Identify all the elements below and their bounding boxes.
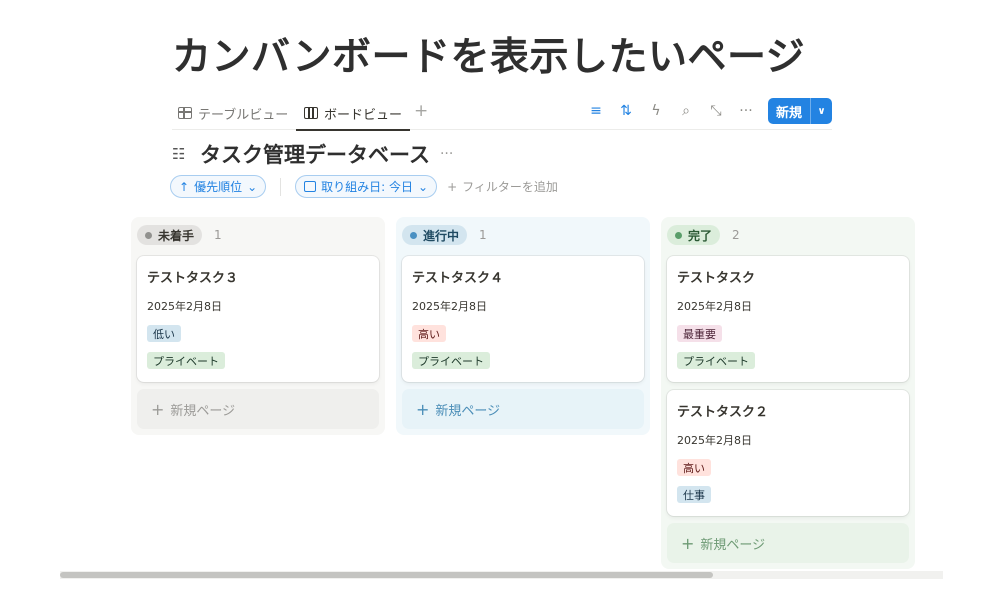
sort-icon[interactable]: ⇅ xyxy=(618,102,634,120)
chip-label: 優先順位 xyxy=(194,180,243,194)
add-filter-label: フィルターを追加 xyxy=(462,180,558,194)
task-card[interactable]: テストタスク４ 2025年2月8日 高い プライベート xyxy=(402,256,644,382)
view-tabs-bar: テーブルビュー ボードビュー + ≡ ⇅ ϟ ⌕ ⤡ ··· 新規 ∨ xyxy=(172,94,832,131)
add-filter-button[interactable]: + フィルターを追加 xyxy=(447,178,558,195)
checklist-icon: ☷ xyxy=(172,145,186,163)
tab-table-view[interactable]: テーブルビュー xyxy=(178,98,288,128)
task-card[interactable]: テストタスク 2025年2月8日 最重要 プライベート xyxy=(667,256,909,382)
category-tag: プライベート xyxy=(147,352,225,369)
arrow-up-icon: ↑ xyxy=(179,179,190,194)
new-page-button[interactable]: + 新規ページ xyxy=(402,389,644,429)
add-view-button[interactable]: + xyxy=(414,101,428,121)
chevron-down-icon: ⌄ xyxy=(247,179,258,194)
board-column-not-started: 未着手 1 テストタスク３ 2025年2月8日 低い プライベート + 新規ペー… xyxy=(131,217,385,435)
plus-icon: + xyxy=(447,179,458,194)
card-title: テストタスク２ xyxy=(677,405,769,420)
status-label: 進行中 xyxy=(423,228,460,243)
status-badge[interactable]: 未着手 xyxy=(137,225,203,245)
database-more-icon[interactable]: ··· xyxy=(440,146,453,162)
table-icon xyxy=(178,107,192,119)
filter-chip-date[interactable]: 取り組み日: 今日 ⌄ xyxy=(295,175,438,198)
priority-tag: 高い xyxy=(677,459,711,476)
tab-label: テーブルビュー xyxy=(198,107,289,123)
priority-tag: 低い xyxy=(147,325,181,342)
page-title: カンバンボードを表示したいページ xyxy=(172,35,806,80)
new-button[interactable]: 新規 ∨ xyxy=(767,98,832,124)
sort-chip-priority[interactable]: ↑ 優先順位 ⌄ xyxy=(170,175,267,198)
chevron-down-icon[interactable]: ∨ xyxy=(810,98,832,124)
new-page-label: 新規ページ xyxy=(435,403,501,419)
automation-icon[interactable]: ϟ xyxy=(648,102,664,120)
view-toolbar: ≡ ⇅ ϟ ⌕ ⤡ ··· 新規 ∨ xyxy=(588,98,832,124)
status-dot-icon xyxy=(145,231,152,239)
column-header: 未着手 1 xyxy=(137,225,222,245)
card-title: テストタスク３ xyxy=(147,271,239,286)
board-icon xyxy=(304,107,318,119)
plus-icon: + xyxy=(681,533,695,553)
board-column-in-progress: 進行中 1 テストタスク４ 2025年2月8日 高い プライベート + 新規ペー… xyxy=(396,217,650,435)
column-header: 完了 2 xyxy=(667,225,740,245)
priority-tag: 高い xyxy=(412,325,446,342)
new-page-button[interactable]: + 新規ページ xyxy=(137,389,379,429)
status-badge[interactable]: 完了 xyxy=(667,225,721,245)
card-date: 2025年2月8日 xyxy=(147,300,222,313)
database-header: ☷ タスク管理データベース ··· xyxy=(172,139,453,169)
task-card[interactable]: テストタスク２ 2025年2月8日 高い 仕事 xyxy=(667,390,909,516)
plus-icon: + xyxy=(151,399,165,419)
column-count: 2 xyxy=(732,228,740,242)
more-icon[interactable]: ··· xyxy=(738,102,754,120)
column-header: 進行中 1 xyxy=(402,225,487,245)
new-page-label: 新規ページ xyxy=(170,403,236,419)
category-tag: 仕事 xyxy=(677,486,711,503)
chip-label: 取り組み日: 今日 xyxy=(321,180,413,194)
database-title[interactable]: タスク管理データベース xyxy=(200,139,430,169)
search-icon[interactable]: ⌕ xyxy=(678,102,694,120)
card-title: テストタスク xyxy=(677,271,756,286)
board-column-done: 完了 2 テストタスク 2025年2月8日 最重要 プライベート テストタスク２… xyxy=(661,217,915,569)
divider xyxy=(280,177,282,196)
column-count: 1 xyxy=(479,228,487,242)
status-label: 未着手 xyxy=(158,228,195,243)
plus-icon: + xyxy=(416,399,430,419)
card-date: 2025年2月8日 xyxy=(677,300,752,313)
category-tag: プライベート xyxy=(412,352,490,369)
scrollbar-thumb[interactable] xyxy=(60,572,713,578)
column-count: 1 xyxy=(214,228,222,242)
filter-row: ↑ 優先順位 ⌄ 取り組み日: 今日 ⌄ + フィルターを追加 xyxy=(170,175,558,198)
status-dot-icon xyxy=(410,231,417,239)
card-date: 2025年2月8日 xyxy=(677,434,752,447)
new-button-label: 新規 xyxy=(775,105,802,121)
expand-icon[interactable]: ⤡ xyxy=(708,102,724,120)
new-page-label: 新規ページ xyxy=(700,537,766,553)
status-badge[interactable]: 進行中 xyxy=(402,225,468,245)
category-tag: プライベート xyxy=(677,352,755,369)
calendar-icon xyxy=(304,181,317,192)
card-title: テストタスク４ xyxy=(412,271,504,286)
priority-tag: 最重要 xyxy=(677,325,722,342)
new-page-button[interactable]: + 新規ページ xyxy=(667,523,909,563)
status-dot-icon xyxy=(675,231,682,239)
tab-board-view[interactable]: ボードビュー xyxy=(296,98,411,131)
card-date: 2025年2月8日 xyxy=(412,300,487,313)
status-label: 完了 xyxy=(688,228,713,243)
horizontal-scrollbar[interactable] xyxy=(60,571,943,579)
task-card[interactable]: テストタスク３ 2025年2月8日 低い プライベート xyxy=(137,256,379,382)
chevron-down-icon: ⌄ xyxy=(418,179,429,194)
filter-icon[interactable]: ≡ xyxy=(588,102,604,120)
tab-label: ボードビュー xyxy=(324,107,403,123)
